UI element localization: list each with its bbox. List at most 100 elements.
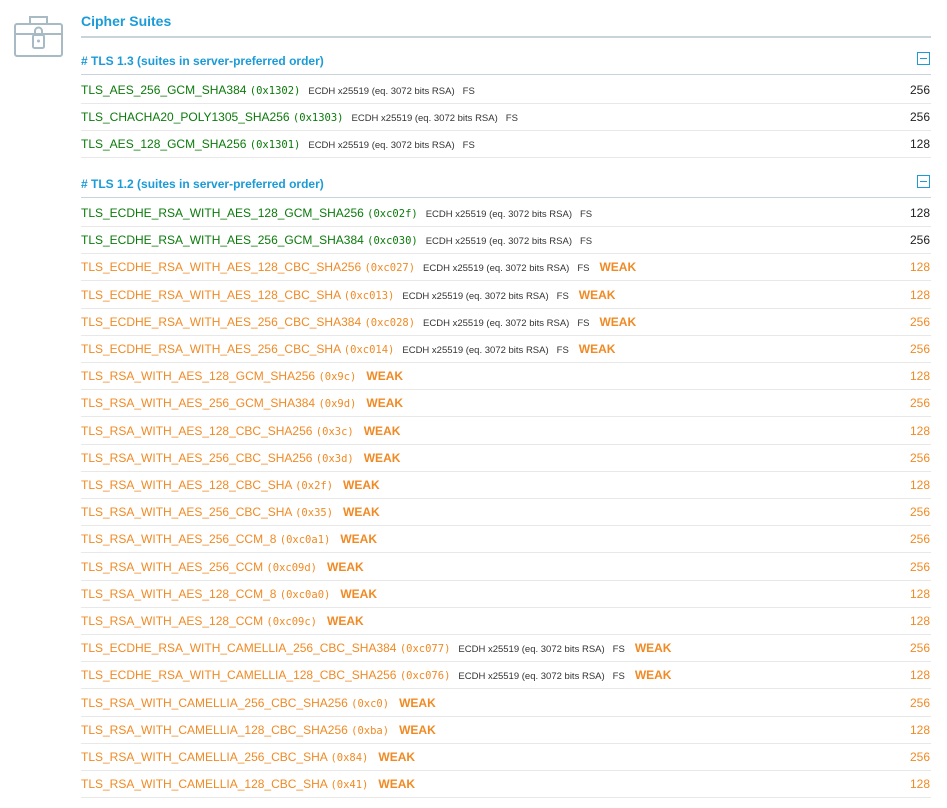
forward-secrecy-badge: FS [612,671,625,683]
forward-secrecy-badge: FS [612,644,625,656]
section-divider [81,197,931,198]
cipher-suite-label: TLS_RSA_WITH_CAMELLIA_256_CBC_SHA [81,750,328,764]
cipher-name[interactable]: TLS_RSA_WITH_AES_256_CCM (0xc09d) WEAK [81,560,364,574]
cipher-name[interactable]: TLS_ECDHE_RSA_WITH_AES_256_GCM_SHA384 (0… [81,233,592,247]
weak-badge: WEAK [578,287,616,302]
cipher-name[interactable]: TLS_RSA_WITH_AES_128_CCM (0xc09c) WEAK [81,614,364,628]
forward-secrecy-badge: FS [462,140,475,152]
cipher-row: TLS_RSA_WITH_AES_128_CCM_8 (0xc0a0) WEAK 1… [81,581,931,608]
cipher-suite-label: TLS_RSA_WITH_AES_256_GCM_SHA384 [81,396,316,411]
cipher-strength: 128 [909,260,930,275]
cipher-code: (0x3c) [315,425,354,438]
cipher-code: (0x35) [295,507,334,520]
cipher-name[interactable]: TLS_RSA_WITH_AES_128_CBC_SHA256 (0x3c) WE… [81,424,400,438]
key-exchange: ECDH x25519 (eq. 3072 bits RSA) [308,86,455,97]
key-exchange: ECDH x25519 (eq. 3072 bits RSA) [423,263,570,275]
cipher-name[interactable]: TLS_ECDHE_RSA_WITH_AES_256_CBC_SHA384 (0… [81,315,636,329]
cipher-strength: 256 [909,559,930,574]
cipher-name[interactable]: TLS_AES_256_GCM_SHA384 (0x1302) ECDH x255… [81,83,475,97]
cipher-code: (0x9d) [318,398,357,411]
cipher-name[interactable]: TLS_CHACHA20_POLY1305_SHA256 (0x1303) ECD… [81,110,518,124]
cipher-code: (0xba) [351,724,390,737]
cipher-suite-label: TLS_RSA_WITH_AES_256_CBC_SHA256 [81,450,313,465]
cipher-code: (0x1302) [249,85,301,97]
cipher-row: TLS_RSA_WITH_AES_256_CBC_SHA (0x35) WEAK 2… [81,499,931,527]
section-title: # TLS 1.2 (suites in server-preferred or… [81,177,324,191]
section-title: # TLS 1.3 (suites in server-preferred or… [81,54,324,68]
cipher-row: TLS_RSA_WITH_AES_128_CBC_SHA (0x2f) WEAK 1… [81,472,931,499]
cipher-suite-label: TLS_RSA_WITH_CAMELLIA_256_CBC_SHA256 [81,695,348,710]
collapse-toggle-icon[interactable] [917,52,930,65]
cipher-name[interactable]: TLS_RSA_WITH_CAMELLIA_128_CBC_SHA256 (0x… [81,723,436,737]
cipher-row: TLS_AES_256_GCM_SHA384 (0x1302) ECDH x255… [81,77,931,104]
cipher-suite-label: TLS_RSA_WITH_AES_128_CCM [81,614,264,628]
cipher-name[interactable]: TLS_RSA_WITH_CAMELLIA_128_CBC_SHA (0x41)… [81,777,415,791]
cipher-suite-label: TLS_ECDHE_RSA_WITH_AES_128_CBC_SHA256 [81,260,362,275]
cipher-code: (0xc030) [367,235,418,248]
cipher-suite-label: TLS_AES_256_GCM_SHA384 [81,83,247,97]
cipher-name[interactable]: TLS_RSA_WITH_AES_256_CCM_8 (0xc0a1) WEAK [81,532,377,546]
weak-badge: WEAK [366,369,404,384]
key-exchange: ECDH x25519 (eq. 3072 bits RSA) [402,290,549,302]
cipher-strength: 128 [909,614,930,628]
key-exchange: ECDH x25519 (eq. 3072 bits RSA) [458,644,605,656]
cipher-name[interactable]: TLS_RSA_WITH_CAMELLIA_256_CBC_SHA256 (0x… [81,696,436,710]
collapse-toggle-icon[interactable] [917,175,930,188]
cipher-name[interactable]: TLS_RSA_WITH_AES_128_CBC_SHA (0x2f) WEAK [81,478,380,492]
cipher-name[interactable]: TLS_ECDHE_RSA_WITH_AES_256_CBC_SHA (0xc0… [81,342,615,356]
forward-secrecy-badge: FS [556,290,569,302]
cipher-code: (0xc027) [364,262,416,275]
cipher-suite-label: TLS_ECDHE_RSA_WITH_AES_128_CBC_SHA [81,287,341,302]
cipher-code: (0xc0a1) [279,534,331,547]
cipher-row: TLS_RSA_WITH_AES_128_CBC_SHA256 (0x3c) WE… [81,418,931,445]
cipher-strength: 256 [909,450,930,465]
cipher-code: (0x9c) [318,371,357,384]
cipher-strength: 128 [909,478,930,492]
cipher-name[interactable]: TLS_RSA_WITH_AES_256_GCM_SHA384 (0x9d) WE… [81,396,403,410]
cipher-strength: 128 [909,137,930,152]
weak-badge: WEAK [578,342,616,356]
cipher-name[interactable]: TLS_ECDHE_RSA_WITH_CAMELLIA_256_CBC_SHA3… [81,641,671,655]
weak-badge: WEAK [363,423,401,438]
cipher-row: TLS_RSA_WITH_CAMELLIA_256_CBC_SHA (0x84)… [81,744,931,771]
cipher-name[interactable]: TLS_AES_128_GCM_SHA256 (0x1301) ECDH x255… [81,137,475,151]
cipher-suite-label: TLS_RSA_WITH_AES_256_CCM [81,559,264,574]
section-header: # TLS 1.3 (suites in server-preferred or… [81,49,931,75]
cipher-code: (0xc013) [343,289,395,302]
key-exchange: ECDH x25519 (eq. 3072 bits RSA) [402,345,549,356]
cipher-code: (0xc0) [351,697,390,710]
cipher-code: (0x41) [330,779,369,792]
cipher-name[interactable]: TLS_ECDHE_RSA_WITH_AES_128_GCM_SHA256 (0… [81,206,592,220]
forward-secrecy-badge: FS [580,236,593,248]
cipher-suite-label: TLS_RSA_WITH_AES_256_CBC_SHA [81,505,292,520]
cipher-row: TLS_ECDHE_RSA_WITH_AES_256_GCM_SHA384 (0… [81,227,931,255]
cipher-name[interactable]: TLS_ECDHE_RSA_WITH_CAMELLIA_128_CBC_SHA2… [81,668,671,682]
cipher-suite-label: TLS_ECDHE_RSA_WITH_CAMELLIA_128_CBC_SHA2… [81,668,397,683]
cipher-name[interactable]: TLS_RSA_WITH_AES_128_GCM_SHA256 (0x9c) WE… [81,369,403,383]
cipher-name[interactable]: TLS_RSA_WITH_AES_128_CCM_8 (0xc0a0) WEAK [81,587,377,601]
cipher-row: TLS_RSA_WITH_CAMELLIA_128_CBC_SHA (0x41)… [81,771,931,799]
cipher-strength: 128 [909,722,930,737]
weak-badge: WEAK [399,695,436,710]
cipher-code: (0x1303) [292,112,344,125]
key-exchange: ECDH x25519 (eq. 3072 bits RSA) [308,140,455,152]
weak-badge: WEAK [599,314,637,329]
cipher-strength: 256 [909,750,930,764]
key-exchange: ECDH x25519 (eq. 3072 bits RSA) [351,113,498,125]
cipher-suite-label: TLS_ECDHE_RSA_WITH_AES_256_CBC_SHA [81,342,341,356]
forward-secrecy-badge: FS [577,263,590,275]
title-divider [81,36,931,38]
cipher-suite-label: TLS_RSA_WITH_AES_128_CCM_8 [81,586,277,601]
cipher-name[interactable]: TLS_RSA_WITH_AES_256_CBC_SHA (0x35) WEAK [81,505,380,519]
cipher-name[interactable]: TLS_RSA_WITH_CAMELLIA_256_CBC_SHA (0x84)… [81,750,415,764]
cipher-row: TLS_RSA_WITH_AES_128_GCM_SHA256 (0x9c) WE… [81,363,931,391]
cipher-row: TLS_RSA_WITH_AES_128_CCM (0xc09c) WEAK 128 [81,608,931,635]
section-divider [81,74,931,75]
cipher-name[interactable]: TLS_ECDHE_RSA_WITH_AES_128_CBC_SHA (0xc0… [81,288,615,302]
cipher-strength: 256 [909,342,930,356]
weak-badge: WEAK [327,559,364,574]
weak-badge: WEAK [599,260,637,275]
cipher-name[interactable]: TLS_ECDHE_RSA_WITH_AES_128_CBC_SHA256 (0… [81,260,636,274]
key-exchange: ECDH x25519 (eq. 3072 bits RSA) [425,236,572,248]
cipher-name[interactable]: TLS_RSA_WITH_AES_256_CBC_SHA256 (0x3d) WE… [81,451,400,465]
